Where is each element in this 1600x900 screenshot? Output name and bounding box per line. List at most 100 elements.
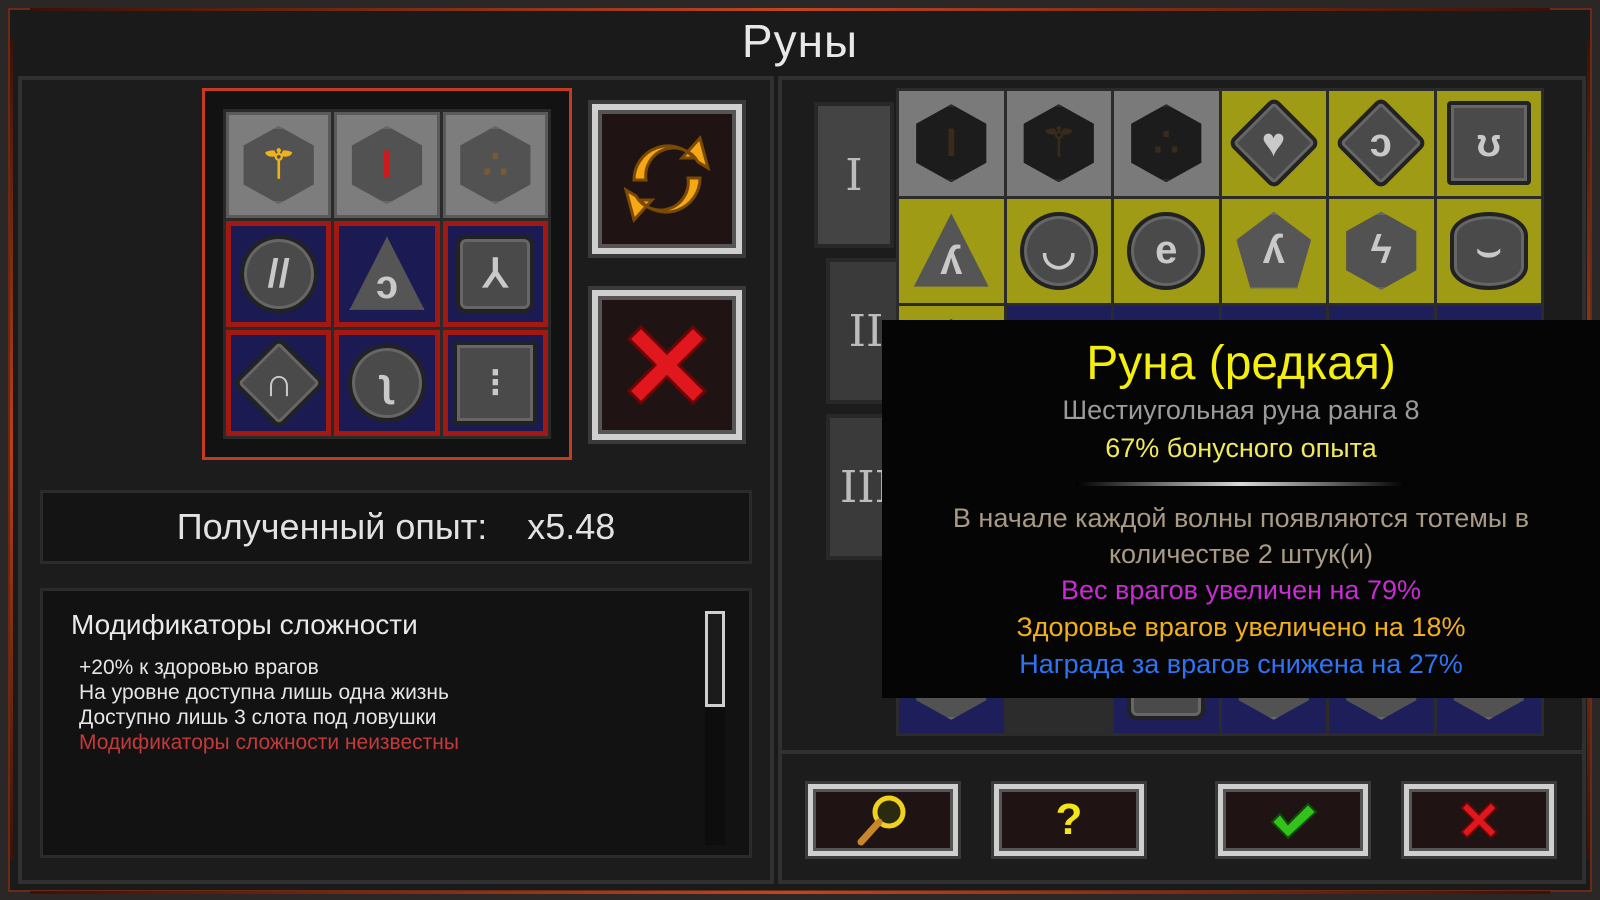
scroll-thumb[interactable] — [705, 611, 725, 707]
rune-hex-icon: I — [351, 126, 423, 204]
tooltip-description: В начале каждой волны появляются тотемы … — [952, 503, 1530, 569]
experience-bar: Полученный опыт: x5.48 — [40, 490, 752, 564]
selected-rune-slot[interactable]: ɔ — [334, 221, 440, 327]
rune-glyph: ʊ — [1476, 120, 1502, 165]
tooltip-weight: Вес врагов увеличен на 79% — [1061, 575, 1421, 605]
modifier-line: Доступно лишь 3 слота под ловушки — [79, 706, 437, 729]
tooltip-health: Здоровье врагов увеличено на 18% — [1016, 612, 1466, 642]
rune-inventory-cell[interactable]: ♥ — [1221, 91, 1326, 196]
rune-glyph: ⚚ — [1040, 121, 1077, 166]
rune-glyph: ʎ — [940, 239, 963, 284]
rune-glyph: ∴ — [1153, 121, 1179, 166]
close-icon — [1460, 801, 1498, 839]
selected-rune-slot[interactable]: ⚚ — [226, 112, 332, 218]
cancel-button[interactable] — [1404, 784, 1554, 856]
rune-square-icon: ⅄ — [456, 235, 535, 313]
rune-glyph: // — [267, 251, 290, 296]
rune-inventory-cell[interactable]: ∴ — [1114, 91, 1219, 196]
search-button[interactable] — [808, 784, 958, 856]
rune-inventory-cell[interactable]: ʎ — [899, 198, 1004, 303]
tooltip-bonus: 67% бонусного опыта — [1105, 433, 1377, 463]
rune-diamond-icon: ∩ — [231, 336, 326, 430]
magnifier-icon — [857, 795, 906, 846]
rune-tri-icon: ʎ — [913, 213, 989, 287]
rune-inventory-cell[interactable]: ʎ — [1221, 198, 1326, 303]
confirm-button[interactable] — [1218, 784, 1368, 856]
rune-scroll-icon: ⁝ — [453, 341, 538, 425]
window-title: Руны — [741, 15, 859, 67]
refresh-icon — [623, 134, 711, 224]
selected-runes-frame: ⚚ I ∴ // ɔ ⅄ ∩ ʅ ⁝ — [202, 88, 572, 460]
rune-tri-icon: ɔ — [349, 236, 425, 310]
rune-circle-icon: e — [1127, 211, 1206, 290]
close-icon — [626, 324, 708, 406]
selected-runes-grid: ⚚ I ∴ // ɔ ⅄ ∩ ʅ ⁝ — [223, 109, 551, 439]
rune-inventory-cell[interactable]: ʊ — [1436, 91, 1541, 196]
rune-inventory-cell[interactable]: ϟ — [1329, 198, 1434, 303]
tooltip-divider — [1076, 482, 1406, 486]
rune-inventory-cell[interactable]: ↄ — [1329, 91, 1434, 196]
rune-glyph: ⌣ — [1475, 228, 1502, 273]
tooltip-title: Руна (редкая) — [1086, 337, 1396, 390]
rune-hex-icon: ϟ — [1346, 211, 1417, 290]
rune-hex-icon: ∴ — [1131, 104, 1202, 183]
rune-glyph: ♥ — [1261, 120, 1286, 165]
selected-rune-slot[interactable]: I — [334, 112, 440, 218]
rune-glyph: ↄ — [1370, 120, 1393, 165]
rune-glyph: ϟ — [1370, 228, 1392, 273]
rune-glyph: e — [1155, 228, 1178, 273]
selected-rune-slot[interactable]: ⁝ — [442, 330, 548, 436]
rune-inventory-cell[interactable]: ⌣ — [1436, 198, 1541, 303]
rune-glyph: ɔ — [375, 262, 399, 307]
rune-glyph: ∩ — [264, 360, 294, 405]
question-icon: ? — [1055, 795, 1083, 844]
refresh-button[interactable] — [592, 104, 742, 254]
rune-diamond-icon: ♥ — [1227, 96, 1321, 190]
tooltip-reward: Награда за врагов снижена на 27% — [1019, 649, 1463, 679]
rune-inventory-cell[interactable]: I — [899, 91, 1004, 196]
frame-glow-top — [30, 8, 1550, 11]
rune-inventory-cell[interactable]: ⚚ — [1006, 91, 1111, 196]
experience-label: Полученный опыт: — [176, 506, 488, 547]
selected-rune-slot[interactable]: ʅ — [334, 330, 440, 436]
frame-glow-left — [10, 40, 13, 860]
clear-selection-button[interactable] — [592, 290, 742, 440]
rune-inventory-cell[interactable]: ◡ — [1006, 198, 1111, 303]
selected-rune-slot[interactable]: // — [226, 221, 332, 327]
modifier-line: +20% к здоровью врагов — [79, 656, 319, 679]
rune-glyph: ◡ — [1041, 228, 1077, 273]
rune-hex-icon: I — [916, 104, 987, 183]
bottom-divider — [778, 750, 1586, 754]
modifiers-box: Модификаторы сложности +20% к здоровью в… — [40, 588, 752, 858]
rune-diamond-icon: ↄ — [1334, 96, 1428, 190]
rune-glyph: ⅄ — [483, 252, 508, 296]
checkmark-icon — [1270, 802, 1318, 840]
modifiers-scrollbar[interactable] — [705, 611, 725, 845]
rune-circle-icon: ◡ — [1019, 211, 1098, 290]
rune-glyph: ʎ — [1262, 228, 1285, 273]
rune-glyph: ⁝ — [488, 361, 502, 405]
rune-glyph: I — [945, 120, 957, 165]
selected-rune-slot[interactable]: ∴ — [442, 112, 548, 218]
rune-glyph: ⚚ — [260, 143, 297, 187]
frame-glow-bottom — [30, 891, 1550, 894]
modifiers-title: Модификаторы сложности — [71, 609, 418, 640]
rune-circle-icon: ʅ — [347, 344, 426, 422]
rune-scroll-icon: ʊ — [1446, 101, 1531, 186]
modifier-unknown-line: Модификаторы сложности неизвестны — [79, 731, 459, 754]
rune-pent-icon: ʎ — [1236, 211, 1312, 289]
modifier-line: На уровне доступна лишь одна жизнь — [79, 681, 449, 704]
help-button[interactable]: ? — [994, 784, 1144, 856]
rune-glyph: ∴ — [482, 143, 509, 187]
rune-hex-icon: ∴ — [460, 126, 531, 204]
rune-hex-icon: ⚚ — [243, 126, 314, 204]
tab-rank-1[interactable]: I — [814, 102, 894, 248]
rune-tooltip: Руна (редкая) Шестиугольная руна ранга 8… — [882, 320, 1600, 698]
tooltip-subtitle: Шестиугольная руна ранга 8 — [1062, 395, 1420, 425]
rune-lens-icon: ⌣ — [1449, 211, 1528, 290]
selected-rune-slot[interactable]: ∩ — [226, 330, 332, 436]
rune-circle-icon: // — [239, 235, 318, 313]
experience-value: x5.48 — [527, 506, 616, 547]
selected-rune-slot[interactable]: ⅄ — [442, 221, 548, 327]
rune-inventory-cell[interactable]: e — [1114, 198, 1219, 303]
